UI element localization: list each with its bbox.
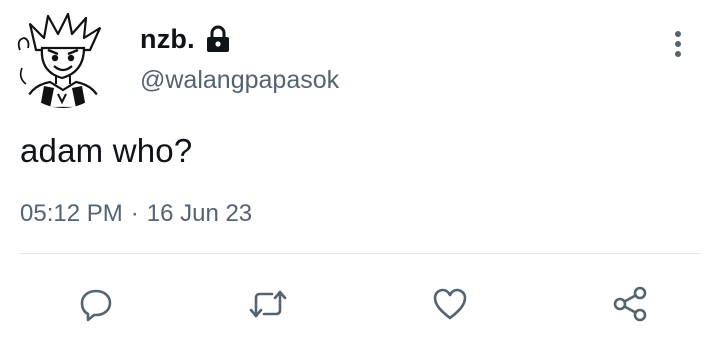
reply-icon [80,289,112,322]
reply-button[interactable] [76,284,116,324]
author-name-row: nzb. [140,22,231,56]
share-button[interactable] [610,284,650,324]
lock-icon [205,25,231,53]
tweet-text: adam who? [20,132,193,169]
display-name[interactable]: nzb. [140,24,195,55]
author-handle[interactable]: @walangpapasok [140,66,339,95]
more-options-icon[interactable] [664,26,692,62]
retweet-button[interactable] [248,284,288,324]
tweet-timestamp[interactable]: 05:12 PM · 16 Jun 23 [20,200,252,228]
tweet-card: nzb. @walangpapasok adam who? 05:12 PM ·… [0,0,719,340]
avatar[interactable] [14,10,112,108]
retweet-icon [249,290,287,318]
meta-separator: · [130,200,139,227]
tweet-time: 05:12 PM [20,200,123,227]
heart-icon [433,288,467,320]
anime-character-avatar-icon [17,12,104,108]
like-button[interactable] [430,284,470,324]
tweet-date: 16 Jun 23 [146,200,253,227]
divider [20,253,700,254]
share-icon [613,286,647,322]
